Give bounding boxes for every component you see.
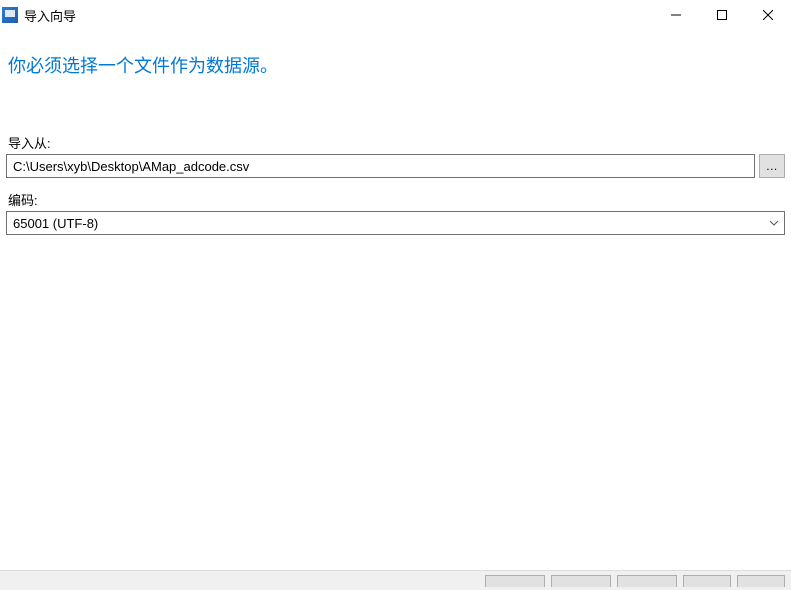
footer-button-5[interactable] xyxy=(737,575,785,587)
footer-bar xyxy=(0,570,791,590)
titlebar: 导入向导 xyxy=(0,0,791,30)
footer-button-3[interactable] xyxy=(617,575,677,587)
import-from-label: 导入从: xyxy=(6,133,785,152)
encoding-row xyxy=(6,211,785,235)
footer-button-1[interactable] xyxy=(485,575,545,587)
encoding-select-wrapper xyxy=(6,211,785,235)
app-icon xyxy=(2,7,18,23)
import-from-row: ... xyxy=(6,154,785,178)
browse-button[interactable]: ... xyxy=(759,154,785,178)
footer-button-4[interactable] xyxy=(683,575,731,587)
encoding-label: 编码: xyxy=(6,190,785,209)
page-heading: 你必须选择一个文件作为数据源。 xyxy=(6,52,785,78)
window-title: 导入向导 xyxy=(24,6,653,25)
close-button[interactable] xyxy=(745,0,791,30)
encoding-select[interactable] xyxy=(6,211,785,235)
content-area: 你必须选择一个文件作为数据源。 导入从: ... 编码: xyxy=(0,30,791,235)
import-from-input[interactable] xyxy=(6,154,755,178)
footer-button-2[interactable] xyxy=(551,575,611,587)
maximize-button[interactable] xyxy=(699,0,745,30)
window-controls xyxy=(653,0,791,30)
minimize-button[interactable] xyxy=(653,0,699,30)
